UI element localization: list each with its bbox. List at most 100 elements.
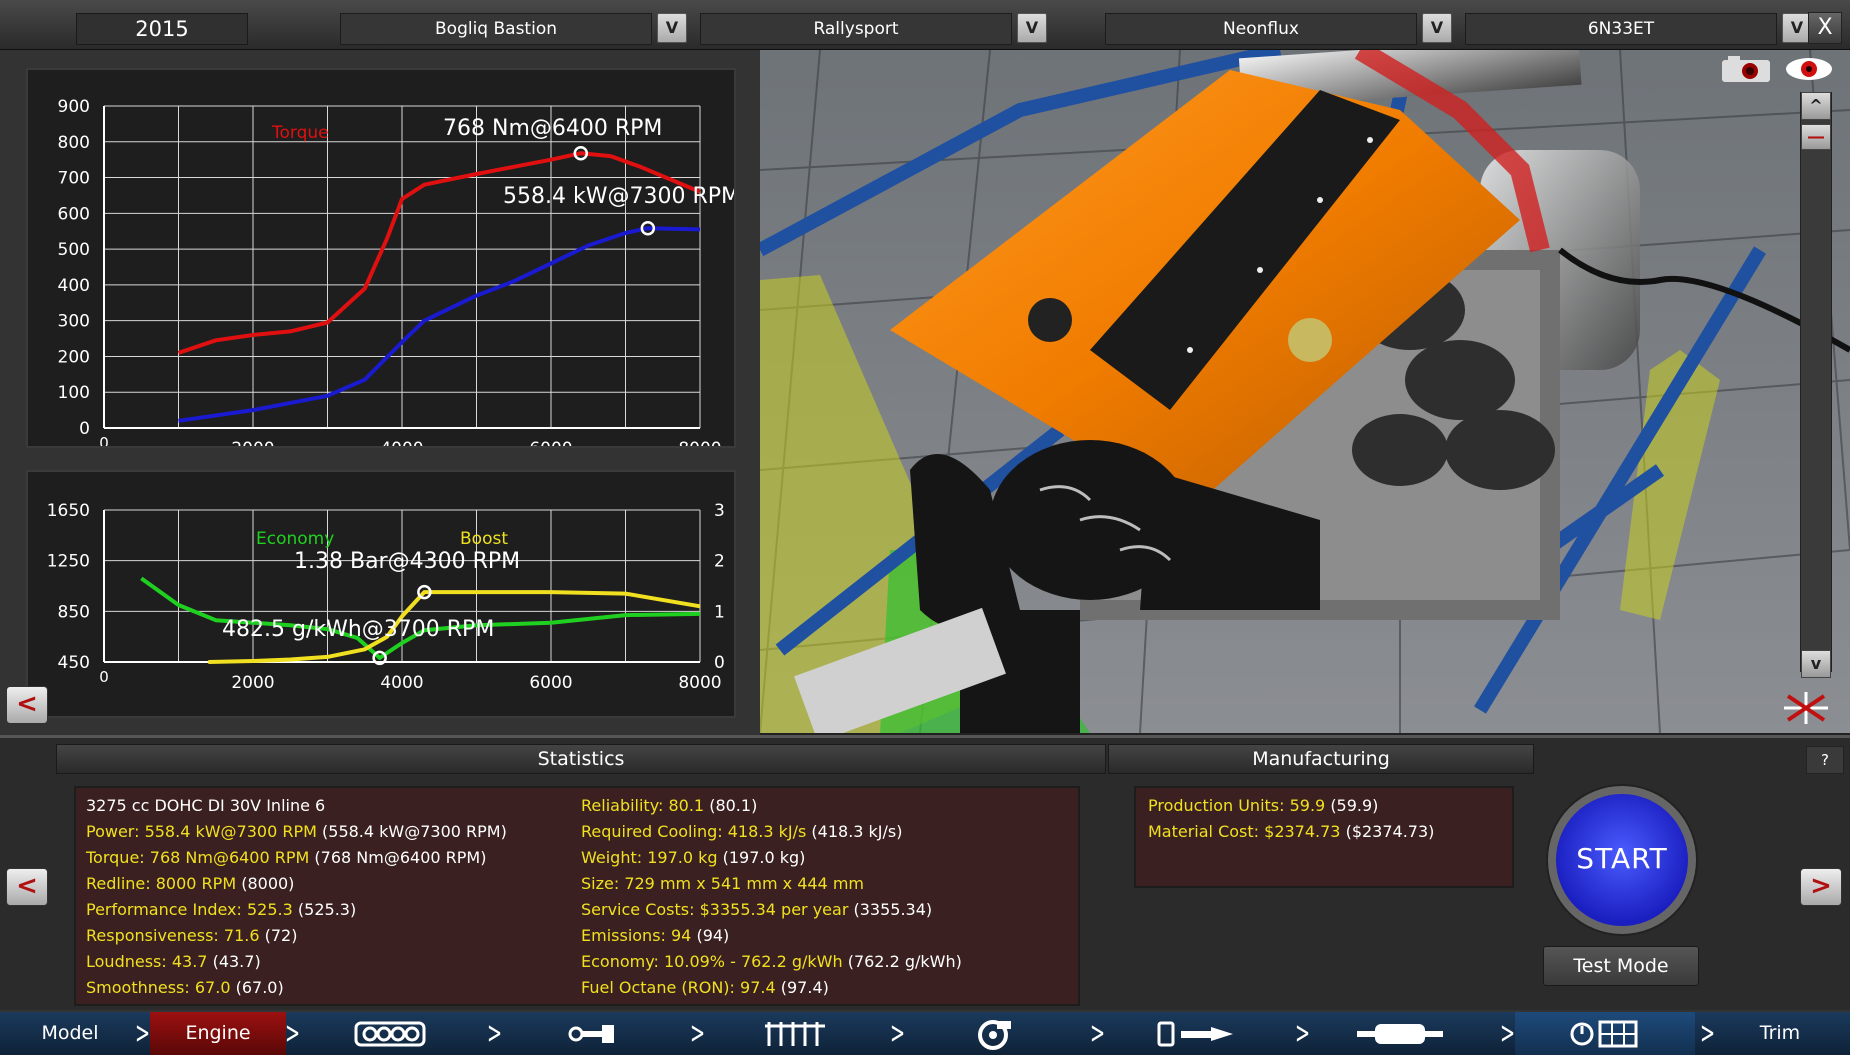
nav-chevron-icon: > (690, 1016, 706, 1051)
nav-exhaust-icon[interactable] (1310, 1012, 1490, 1055)
view-zoom-track[interactable] (1800, 92, 1832, 672)
legend-economy: Economy (256, 529, 334, 549)
stat-production-units: Production Units: 59.9 (59.9) (1148, 796, 1379, 815)
nav-fuel-system-icon[interactable] (1105, 1012, 1285, 1055)
y-tick-label: 100 (58, 383, 90, 403)
engine-family-selector[interactable]: Neonflux (1105, 13, 1417, 45)
x-tick-label: 4000 (380, 673, 423, 693)
economy-best-label: 482.5 g/kWh@3700 RPM (222, 617, 494, 642)
stat-fuel-octane: Fuel Octane (RON): 97.4 (97.4) (581, 978, 829, 997)
close-icon: X (1817, 15, 1833, 40)
nav-chevron-icon: > (1700, 1016, 1716, 1051)
designer-navbar: Model > Engine > > > > > > > > Trim (0, 1010, 1850, 1055)
nav-engine[interactable]: Engine (150, 1012, 286, 1055)
stat-material-cost: Material Cost: $2374.73 ($2374.73) (1148, 822, 1435, 841)
nav-chevron-icon: > (135, 1016, 151, 1051)
economy-boost-chart-box: 1650 1250 850 450 3 2 1 0 0 2000 4000 6000 8000 Econo… (26, 470, 736, 718)
family-dropdown-button[interactable]: V (657, 13, 687, 43)
y-tick-label: 600 (58, 204, 90, 224)
nav-valvetrain-icon[interactable] (705, 1012, 885, 1055)
stat-weight: Weight: 197.0 kg (197.0 kg) (581, 848, 806, 867)
stat-responsiveness: Responsiveness: 71.6 (72) (86, 926, 298, 945)
charts-panel: 9008007006005004003002001000020004000600… (0, 50, 760, 735)
x-tick-label: 6000 (529, 439, 572, 446)
camera-icon[interactable] (1722, 54, 1770, 82)
statistics-box: 3275 cc DOHC DI 30V Inline 6 Power: 558.… (74, 786, 1080, 1006)
stat-economy: Economy: 10.09% - 762.2 g/kWh (762.2 g/k… (581, 952, 962, 971)
zoom-out-button[interactable]: v (1801, 650, 1831, 678)
y-tick-label: 400 (58, 276, 90, 296)
nav-chevron-icon: > (285, 1016, 301, 1051)
start-button[interactable]: START (1548, 786, 1696, 934)
test-mode-button[interactable]: Test Mode (1543, 946, 1699, 986)
y-tick-label: 0 (79, 419, 90, 439)
nav-chevron-icon: > (1500, 1016, 1516, 1051)
stat-power: Power: 558.4 kW@7300 RPM (558.4 kW@7300 … (86, 822, 507, 841)
stat-smoothness: Smoothness: 67.0 (67.0) (86, 978, 284, 997)
y2-tick-label: 3 (714, 501, 725, 521)
nav-turbo-icon[interactable] (905, 1012, 1085, 1055)
zoom-handle[interactable]: ― (1801, 124, 1831, 150)
manufacturing-header: Manufacturing (1108, 744, 1534, 774)
manufacturing-box: Production Units: 59.9 (59.9) Material C… (1134, 786, 1514, 888)
x-tick-label: 4000 (380, 439, 423, 446)
help-button[interactable]: ? (1806, 746, 1844, 774)
eye-icon[interactable] (1784, 54, 1834, 84)
engine-designer-screen: 2015 Bogliq Bastion V Rallysport V Neonf… (0, 0, 1850, 1055)
y-tick-label: 200 (58, 347, 90, 367)
torque-power-chart: 900 800 700 600 500 400 300 200 100 00 2000 4000 600… (58, 97, 740, 459)
boost-peak-label: 1.38 Bar@4300 RPM (294, 549, 520, 574)
y2-tick-label: 2 (714, 552, 725, 572)
stat-service-costs: Service Costs: $3355.34 per year (3355.3… (581, 900, 933, 919)
variant-dropdown-button[interactable]: V (1017, 13, 1047, 43)
x-tick-label: 2000 (231, 673, 274, 693)
y-tick-label: 900 (58, 97, 90, 117)
stats-section: Statistics Manufacturing ? < 3275 cc DOH… (0, 735, 1850, 1010)
nav-chevron-icon: > (487, 1016, 503, 1051)
engine-variant-selector[interactable]: 6N33ET (1465, 13, 1777, 45)
family-selector[interactable]: Bogliq Bastion (340, 13, 652, 45)
nav-chevron-icon: > (890, 1016, 906, 1051)
y-tick-label: 450 (58, 653, 90, 673)
nav-chevron-icon: > (1295, 1016, 1311, 1051)
nav-trim[interactable]: Trim (1715, 1012, 1845, 1055)
y-tick-label: 300 (58, 312, 90, 332)
legend-boost: Boost (460, 529, 508, 549)
nav-block-icon[interactable] (300, 1012, 480, 1055)
stats-prev-button[interactable]: < (6, 868, 48, 906)
x-tick-label: 6000 (529, 673, 572, 693)
statistics-header: Statistics (56, 744, 1106, 774)
x-tick-label: 2000 (231, 439, 274, 446)
variant-selector[interactable]: Rallysport (700, 13, 1012, 45)
stat-required-cooling: Required Cooling: 418.3 kJ/s (418.3 kJ/s… (581, 822, 903, 841)
torque-power-chart-box: 900 800 700 600 500 400 300 200 100 00 2000 4000 600… (26, 68, 740, 459)
axis-reset-icon[interactable] (1778, 688, 1834, 728)
stats-next-button[interactable]: > (1800, 868, 1842, 906)
year-display: 2015 (76, 13, 248, 45)
close-button[interactable]: X (1808, 12, 1842, 44)
engine-family-dropdown-button[interactable]: V (1422, 13, 1452, 43)
stat-torque: Torque: 768 Nm@6400 RPM (768 Nm@6400 RPM… (86, 848, 487, 867)
engine-3d-view[interactable] (760, 50, 1850, 733)
torque-peak-label: 768 Nm@6400 RPM (443, 116, 662, 141)
nav-chevron-icon: > (1090, 1016, 1106, 1051)
legend-torque: Torque (271, 123, 329, 143)
y2-tick-label: 0 (714, 653, 725, 673)
zoom-in-button[interactable]: ^ (1801, 92, 1831, 120)
power-peak-label: 558.4 kW@7300 RPM (503, 184, 734, 209)
chart-back-button[interactable]: < (6, 686, 48, 724)
x-tick-label: 8000 (678, 673, 721, 693)
y-tick-label: 700 (58, 169, 90, 189)
y2-tick-label: 1 (714, 602, 725, 622)
engine-render (760, 50, 1850, 733)
x-tick-label: 0 (99, 668, 109, 686)
y-tick-label: 800 (58, 133, 90, 153)
y-tick-label: 500 (58, 240, 90, 260)
nav-model[interactable]: Model (0, 1012, 140, 1055)
x-tick-label: 0 (99, 434, 109, 446)
nav-engine-stats-icon[interactable] (1515, 1012, 1695, 1055)
stat-performance-index: Performance Index: 525.3 (525.3) (86, 900, 357, 919)
nav-crankshaft-icon[interactable] (505, 1012, 680, 1055)
top-bar: 2015 Bogliq Bastion V Rallysport V Neonf… (0, 0, 1850, 50)
stat-emissions: Emissions: 94 (94) (581, 926, 730, 945)
